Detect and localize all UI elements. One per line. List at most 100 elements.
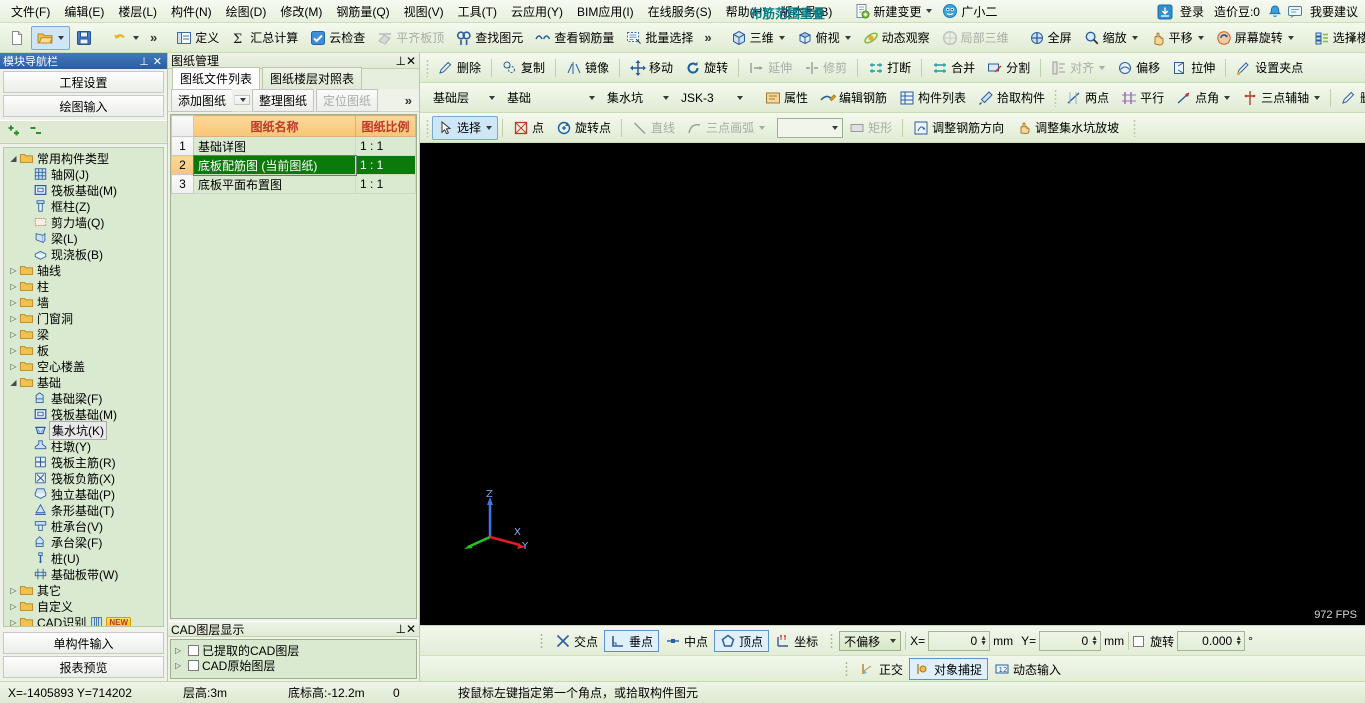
component-select[interactable]: JSK-3 xyxy=(677,88,747,108)
suggestion-icon[interactable] xyxy=(1287,4,1303,20)
batch-select-button[interactable]: 批量选择 xyxy=(620,26,699,50)
drawing-name-cell[interactable]: 底板平面布置图 xyxy=(193,174,356,194)
drawing-toolbar-overflow-chevron-icon[interactable]: » xyxy=(400,93,417,108)
btn-构件列表[interactable]: 构件列表 xyxy=(893,86,972,110)
collapse-all-icon[interactable] xyxy=(30,124,46,140)
btn-复制[interactable]: 复制 xyxy=(496,56,551,80)
floor-select-caret-icon[interactable] xyxy=(489,95,495,100)
drawing-table-row[interactable]: 1 基础详图 1 : 1 xyxy=(171,136,416,156)
organize-drawing-button[interactable]: 整理图纸 xyxy=(252,88,315,112)
component-select-caret-icon[interactable] xyxy=(737,95,743,100)
drawing-table-row[interactable]: 2 底板配筋图 (当前图纸) 1 : 1 xyxy=(171,154,416,176)
x-spinner-arrows-icon[interactable]: ▲ ▼ xyxy=(980,635,987,647)
btn-删除[interactable]: 删除 xyxy=(432,56,487,80)
snap-交点[interactable]: 交点 xyxy=(549,630,604,652)
zoom-caret-icon[interactable] xyxy=(1131,35,1138,40)
tree-item-轴网J[interactable]: 轴网(J) xyxy=(4,166,163,182)
btn-选择-caret-icon[interactable] xyxy=(486,125,493,130)
btn-打断[interactable]: 打断 xyxy=(862,56,917,80)
login-icon[interactable] xyxy=(1157,4,1173,20)
menu-rebar-quantity[interactable]: 钢筋量(Q) xyxy=(329,1,396,22)
btn-点[interactable]: 点 xyxy=(507,116,550,140)
expand-arrow-icon[interactable]: ▷ xyxy=(8,282,19,291)
expand-arrow-icon[interactable]: ▷ xyxy=(8,298,19,307)
view-3d-caret-icon[interactable] xyxy=(778,35,785,40)
drawing-name-cell[interactable]: 底板配筋图 (当前图纸) xyxy=(192,154,357,176)
view-3d-button[interactable]: 三维 xyxy=(725,26,791,50)
y-spinner-arrows-icon[interactable]: ▲ ▼ xyxy=(1091,635,1098,647)
btn-对齐-caret-icon[interactable] xyxy=(1099,65,1106,70)
snap-坐标[interactable]: 坐标 xyxy=(769,630,824,652)
tree-item-独立基础P[interactable]: 独立基础(P) xyxy=(4,486,163,502)
tree-item-条形基础T[interactable]: 条形基础(T) xyxy=(4,502,163,518)
tree-item-剪力墙Q[interactable]: 剪力墙(Q) xyxy=(4,214,163,230)
add-drawing-dropdown[interactable] xyxy=(234,95,251,105)
tree-item-轴线[interactable]: ▷ 轴线 xyxy=(4,262,163,278)
drawing-canvas[interactable]: Z X Y 972 FPS xyxy=(420,143,1365,625)
btn-旋转[interactable]: 旋转 xyxy=(679,56,734,80)
mode-动态输入[interactable]: 12 动态输入 xyxy=(988,658,1067,680)
tree-item-柱墩Y[interactable]: 柱墩(Y) xyxy=(4,438,163,454)
mode-对象捕捉[interactable]: 对象捕捉 xyxy=(909,658,989,680)
offset-mode-caret-icon[interactable] xyxy=(890,639,897,643)
define-button[interactable]: 定义 xyxy=(170,26,225,50)
menu-cloud-app[interactable]: 云应用(Y) xyxy=(504,1,570,22)
top-view-button[interactable]: 俯视 xyxy=(791,26,857,50)
zoom-button[interactable]: 缩放 xyxy=(1078,26,1144,50)
cloud-check-button[interactable]: 云检查 xyxy=(304,26,371,50)
tree-item-承台梁F[interactable]: 承台梁(F) xyxy=(4,534,163,550)
menu-online-service[interactable]: 在线服务(S) xyxy=(641,1,719,22)
add-drawing-button[interactable]: 添加图纸 xyxy=(171,88,233,112)
btn-分割[interactable]: 分割 xyxy=(981,56,1036,80)
toolbar1-overflow-chevron-icon[interactable]: » xyxy=(699,30,716,45)
tree-item-基础梁F[interactable]: 基础梁(F) xyxy=(4,390,163,406)
menu-draw[interactable]: 绘图(D) xyxy=(219,1,274,22)
drawing-manager-close-icon[interactable]: ✕ xyxy=(406,54,416,68)
tree-item-筏板基础M[interactable]: 筏板基础(M) xyxy=(4,182,163,198)
btn-旋转点[interactable]: 旋转点 xyxy=(550,116,617,140)
tree-item-空心楼盖[interactable]: ▷ 空心楼盖 xyxy=(4,358,163,374)
view-rebar-quantity-button[interactable]: 查看钢筋量 xyxy=(529,26,620,50)
drawing-input-button[interactable]: 绘图输入 xyxy=(3,95,164,117)
component-type-select-caret-icon[interactable] xyxy=(663,95,669,100)
undo-button[interactable] xyxy=(106,26,145,50)
expand-arrow-icon[interactable]: ▷ xyxy=(8,346,19,355)
tree-item-筏板负筋X[interactable]: 筏板负筋(X) xyxy=(4,470,163,486)
component-type-select[interactable]: 集水坑 xyxy=(603,88,673,108)
new-change-caret-icon[interactable] xyxy=(926,9,933,13)
undo-caret-icon[interactable] xyxy=(133,35,139,40)
cad-layer-pin-icon[interactable]: ⊥ xyxy=(395,622,405,636)
tab-drawing-floor-map[interactable]: 图纸楼层对照表 xyxy=(262,67,363,89)
menu-modify[interactable]: 修改(M) xyxy=(273,1,329,22)
single-component-input-button[interactable]: 单构件输入 xyxy=(3,632,164,654)
btn-对齐[interactable]: 对齐 xyxy=(1045,56,1111,80)
menu-bim-app[interactable]: BIM应用(I) xyxy=(570,1,641,22)
btn-三点画弧[interactable]: 三点画弧 xyxy=(681,116,771,140)
save-button[interactable] xyxy=(70,26,98,50)
tree-item-板[interactable]: ▷ 板 xyxy=(4,342,163,358)
btn-点角[interactable]: 点角 xyxy=(1170,86,1236,110)
pan-button[interactable]: 平移 xyxy=(1144,26,1210,50)
summary-calc-button[interactable]: Σ 汇总计算 xyxy=(225,26,304,50)
top-view-caret-icon[interactable] xyxy=(844,35,851,40)
toolbar1-right-overflow-chevron-icon[interactable]: » xyxy=(1344,30,1361,45)
expand-arrow-icon[interactable]: ▷ xyxy=(8,314,19,323)
btn-直线[interactable]: 直线 xyxy=(626,116,681,140)
drawing-table-row[interactable]: 3 底板平面布置图 1 : 1 xyxy=(171,174,416,194)
btn-延伸[interactable]: 延伸 xyxy=(743,56,798,80)
locate-drawing-button[interactable]: 定位图纸 xyxy=(316,88,379,112)
drawing-scale-cell[interactable]: 1 : 1 xyxy=(355,136,416,156)
dynamic-orbit-button[interactable]: 动态观察 xyxy=(857,26,936,50)
btn-三点辅轴[interactable]: 三点辅轴 xyxy=(1236,86,1326,110)
tree-item-梁[interactable]: ▷ 梁 xyxy=(4,326,163,342)
btn-矩形[interactable]: 矩形 xyxy=(843,116,898,140)
cad-layer-item[interactable]: ▷ CAD原始图层 xyxy=(175,658,416,673)
notification-bell-icon[interactable] xyxy=(1267,4,1283,20)
tree-item-桩U[interactable]: 桩(U) xyxy=(4,550,163,566)
drawing-file-table[interactable]: 图纸名称 图纸比例 1 基础详图 1 : 1 2 底板配筋图 (当前图纸) 1 : 13底… xyxy=(170,114,417,619)
y-input[interactable]: 0 ▲ ▼ xyxy=(1039,631,1102,651)
rotate-checkbox[interactable] xyxy=(1133,635,1145,647)
btn-三点画弧-caret-icon[interactable] xyxy=(759,125,766,130)
tree-item-现浇板B[interactable]: 现浇板(B) xyxy=(4,246,163,262)
btn-编辑钢筋[interactable]: 编辑钢筋 xyxy=(814,86,893,110)
